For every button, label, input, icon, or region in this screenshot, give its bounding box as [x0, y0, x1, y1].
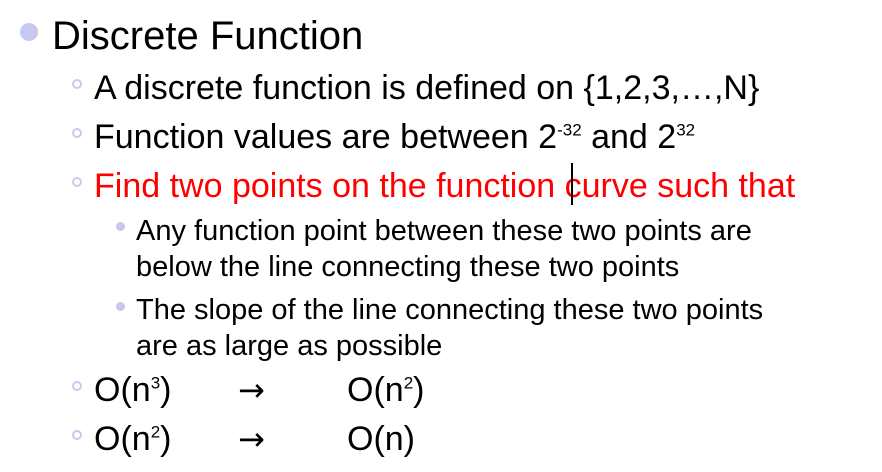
range-exponent-low: -32	[557, 120, 582, 140]
range-text-middle: and 2	[581, 118, 677, 156]
sub-item-condition-line1: Any function point between these two poi…	[136, 215, 752, 247]
sub-item-slope-line2: are as large as possible	[136, 330, 443, 362]
sub-item-condition-line2: below the line connecting these two poin…	[136, 251, 680, 283]
arrow-right-icon: →	[238, 371, 265, 409]
complexity-from-exponent: 3	[150, 373, 161, 393]
bullet-icon	[116, 302, 125, 311]
complexity-from-close: )	[160, 371, 172, 409]
complexity-from-1: O(n3)	[94, 370, 171, 410]
complexity-from-base: O(n	[94, 371, 151, 409]
circle-bullet-icon	[72, 128, 82, 138]
item-task: Find two points on the function curve su…	[94, 167, 796, 205]
complexity-from-close: )	[160, 420, 172, 458]
complexity-to-2: O(n)	[347, 420, 415, 458]
circle-bullet-icon	[72, 79, 82, 89]
complexity-to-1: O(n2)	[347, 370, 424, 410]
slide-title: Discrete Function	[52, 14, 364, 58]
complexity-from-exponent: 2	[150, 422, 161, 442]
text-cursor	[571, 163, 573, 205]
complexity-to-base: O(n	[347, 371, 404, 409]
complexity-to-exponent: 2	[403, 373, 414, 393]
range-exponent-high: 32	[676, 120, 696, 140]
bullet-icon	[20, 23, 38, 41]
range-text-before: Function values are between 2	[94, 118, 558, 156]
sub-item-slope-line1: The slope of the line connecting these t…	[136, 294, 764, 326]
circle-bullet-icon	[72, 381, 82, 391]
item-range: Function values are between 2-32 and 232	[94, 117, 695, 157]
arrow-right-icon: →	[238, 420, 265, 458]
circle-bullet-icon	[72, 177, 82, 187]
complexity-from-base: O(n	[94, 420, 151, 458]
complexity-from-2: O(n2)	[94, 419, 171, 459]
complexity-to-close: )	[413, 371, 425, 409]
bullet-icon	[116, 222, 125, 231]
circle-bullet-icon	[72, 430, 82, 440]
item-domain: A discrete function is defined on {1,2,3…	[94, 69, 760, 107]
